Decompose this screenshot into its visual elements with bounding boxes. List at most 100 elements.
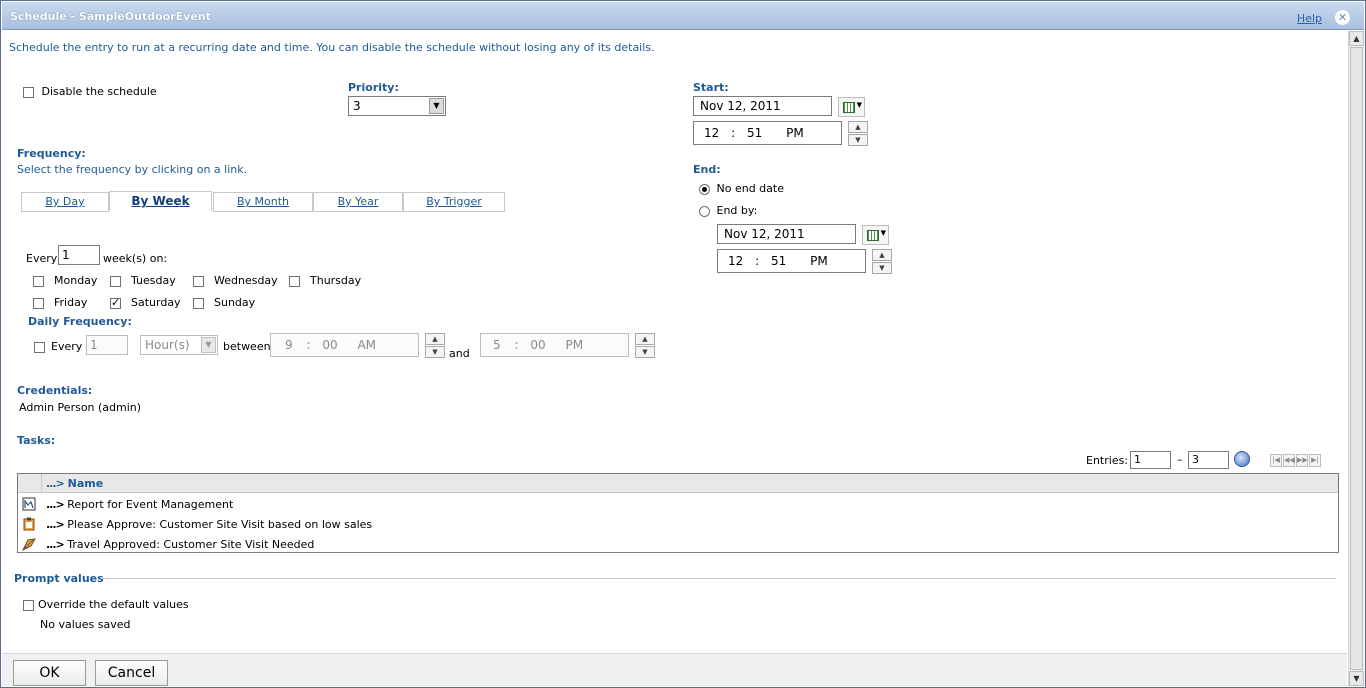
checkbox[interactable] xyxy=(23,599,34,611)
day-saturday[interactable]: Saturday xyxy=(110,296,181,309)
tab-by-day[interactable]: By Day xyxy=(21,192,109,212)
day-label: Monday xyxy=(54,274,98,287)
spin-up-icon[interactable]: ▲ xyxy=(872,249,892,261)
start-time-input[interactable]: 12 : 51 PM xyxy=(693,121,842,145)
daily-from-spinner[interactable]: ▲ ▼ xyxy=(425,333,445,358)
day-label: Friday xyxy=(54,296,88,309)
end-calendar-button[interactable]: ▼ xyxy=(862,225,889,245)
day-wednesday[interactable]: Wednesday xyxy=(193,274,278,287)
end-time-spinner[interactable]: ▲ ▼ xyxy=(872,249,892,274)
dots-icon: ...> xyxy=(46,498,65,511)
day-sunday[interactable]: Sunday xyxy=(193,296,255,309)
start-calendar-button[interactable]: ▼ xyxy=(838,97,865,117)
checkbox[interactable] xyxy=(33,297,44,309)
end-minute: 51 xyxy=(770,254,787,268)
checkbox[interactable] xyxy=(33,275,44,287)
scrollbar-thumb[interactable] xyxy=(1350,47,1363,670)
table-row[interactable]: ...> Travel Approved: Customer Site Visi… xyxy=(18,534,1338,554)
go-icon[interactable] xyxy=(1234,451,1250,467)
table-row[interactable]: ...> Report for Event Management xyxy=(18,494,1338,514)
daily-every-input[interactable]: 1 xyxy=(86,335,128,355)
end-by-radio[interactable]: End by: xyxy=(699,204,757,217)
scroll-down-arrow-icon[interactable]: ▼ xyxy=(1349,671,1364,686)
day-thursday[interactable]: Thursday xyxy=(289,274,361,287)
priority-select[interactable]: 3 ▼ xyxy=(348,96,446,116)
day-label: Thursday xyxy=(310,274,362,287)
entries-to-input[interactable]: 3 xyxy=(1188,451,1229,469)
day-monday[interactable]: Monday xyxy=(33,274,97,287)
spin-up-icon[interactable]: ▲ xyxy=(848,121,868,133)
calendar-icon xyxy=(843,102,855,113)
day-friday[interactable]: Friday xyxy=(33,296,87,309)
checkbox[interactable] xyxy=(23,86,34,98)
between-label: between xyxy=(223,340,271,353)
approval-icon xyxy=(22,517,36,531)
scroll-up-arrow-icon[interactable]: ▲ xyxy=(1349,31,1364,46)
name-column-header[interactable]: ...> Name xyxy=(46,477,103,490)
tab-by-month[interactable]: By Month xyxy=(213,192,313,212)
spin-down-icon[interactable]: ▼ xyxy=(872,262,892,274)
every-label: Every xyxy=(26,252,58,265)
checkbox[interactable] xyxy=(193,275,204,287)
radio-unselected[interactable] xyxy=(699,205,710,217)
radio-selected[interactable] xyxy=(699,183,710,195)
task-name[interactable]: Travel Approved: Customer Site Visit Nee… xyxy=(67,538,314,551)
daily-unit-select[interactable]: Hour(s) ▼ xyxy=(140,335,218,355)
start-ampm: PM xyxy=(786,126,804,140)
tasks-label: Tasks: xyxy=(17,434,56,447)
spin-up-icon[interactable]: ▲ xyxy=(425,333,445,345)
spin-down-icon[interactable]: ▼ xyxy=(848,134,868,146)
checkbox-checked[interactable] xyxy=(110,296,121,309)
start-label: Start: xyxy=(693,81,729,94)
help-link[interactable]: Help xyxy=(1297,12,1322,25)
override-default-checkbox[interactable]: Override the default values xyxy=(23,598,189,611)
entries-from-input[interactable]: 1 xyxy=(1130,451,1171,469)
daily-every-checkbox[interactable]: Every xyxy=(34,340,82,353)
dots-icon: ...> xyxy=(46,518,65,531)
prompt-values-label: Prompt values xyxy=(14,572,104,585)
next-page-icon[interactable]: ▶▶ xyxy=(1296,454,1308,467)
day-tuesday[interactable]: Tuesday xyxy=(110,274,176,287)
daily-from-time[interactable]: 9 : 00 AM xyxy=(270,333,419,357)
prev-page-icon[interactable]: ◀◀ xyxy=(1283,454,1295,467)
close-icon[interactable]: ✕ xyxy=(1335,10,1350,25)
checkbox[interactable] xyxy=(110,275,121,287)
no-end-date-radio[interactable]: No end date xyxy=(699,182,784,195)
frequency-label: Frequency: xyxy=(17,147,86,160)
disable-schedule-label: Disable the schedule xyxy=(41,85,157,98)
first-page-icon[interactable]: |◀ xyxy=(1270,454,1282,467)
checkbox[interactable] xyxy=(289,275,300,287)
dialog-title: Schedule - SampleOutdoorEvent xyxy=(10,10,211,23)
start-time-spinner[interactable]: ▲ ▼ xyxy=(848,121,868,146)
end-time-input[interactable]: 12 : 51 PM xyxy=(717,249,866,273)
last-page-icon[interactable]: ▶| xyxy=(1309,454,1321,467)
chevron-down-icon[interactable]: ▼ xyxy=(201,337,216,353)
vertical-scrollbar[interactable]: ▲ ▼ xyxy=(1348,31,1364,686)
task-name[interactable]: Please Approve: Customer Site Visit base… xyxy=(67,518,372,531)
tab-by-year[interactable]: By Year xyxy=(313,192,403,212)
checkbox[interactable] xyxy=(193,297,204,309)
tab-by-trigger[interactable]: By Trigger xyxy=(403,192,505,212)
spin-up-icon[interactable]: ▲ xyxy=(635,333,655,345)
daily-to-time[interactable]: 5 : 00 PM xyxy=(480,333,629,357)
daily-unit-value: Hour(s) xyxy=(145,338,190,352)
spin-down-icon[interactable]: ▼ xyxy=(425,346,445,358)
chevron-down-icon[interactable]: ▼ xyxy=(429,98,444,114)
table-row[interactable]: ...> Please Approve: Customer Site Visit… xyxy=(18,514,1338,534)
every-weeks-input[interactable]: 1 xyxy=(58,245,100,265)
end-date-input[interactable]: Nov 12, 2011 xyxy=(717,224,856,244)
weeks-on-label: week(s) on: xyxy=(103,252,168,265)
task-name[interactable]: Report for Event Management xyxy=(67,498,233,511)
checkbox[interactable] xyxy=(34,341,45,353)
tab-by-week[interactable]: By Week xyxy=(109,191,212,211)
ok-button[interactable]: OK xyxy=(13,660,86,686)
spin-down-icon[interactable]: ▼ xyxy=(635,346,655,358)
to-hour: 5 xyxy=(493,338,501,352)
cancel-button[interactable]: Cancel xyxy=(95,660,168,686)
daily-to-spinner[interactable]: ▲ ▼ xyxy=(635,333,655,358)
disable-schedule-checkbox[interactable]: Disable the schedule xyxy=(23,85,157,98)
end-label: End: xyxy=(693,163,721,176)
table-header: ...> Name xyxy=(18,474,1338,493)
priority-value: 3 xyxy=(353,99,361,113)
start-date-input[interactable]: Nov 12, 2011 xyxy=(693,96,832,116)
